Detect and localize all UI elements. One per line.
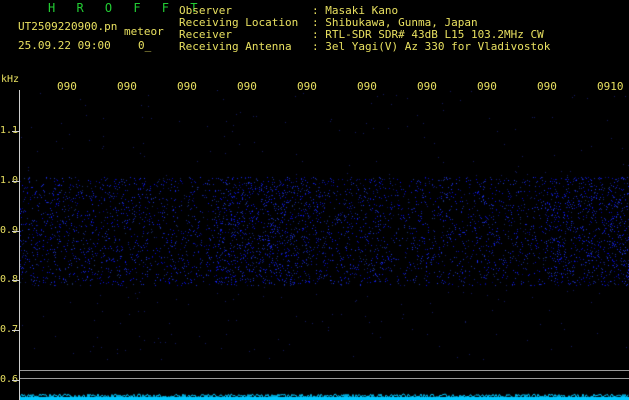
count-value: 0_ (138, 39, 152, 52)
y-tick-mark (12, 131, 19, 132)
y-tick-mark (12, 380, 19, 381)
antenna-label: Receiving Antenna (179, 40, 292, 53)
y-tick-mark (12, 330, 19, 331)
reference-line (20, 378, 629, 379)
file-name: UT2509220900.pn (18, 20, 118, 33)
y-axis-label: kHz (1, 74, 20, 85)
mode-label: meteor (124, 25, 164, 38)
date-time: 25.09.22 09:00 (18, 39, 111, 52)
y-tick-mark (12, 280, 19, 281)
spectrogram-plot (20, 90, 629, 400)
y-tick-mark (12, 181, 19, 182)
antenna-value: : 3el Yagi(V) Az 330 for Vladivostok (312, 40, 551, 53)
hrofft-window: H R O F F T UT2509220900.pn meteor 25.09… (0, 0, 629, 400)
y-tick-mark (12, 231, 19, 232)
reference-line (20, 370, 629, 371)
spectrogram-canvas (20, 90, 629, 400)
